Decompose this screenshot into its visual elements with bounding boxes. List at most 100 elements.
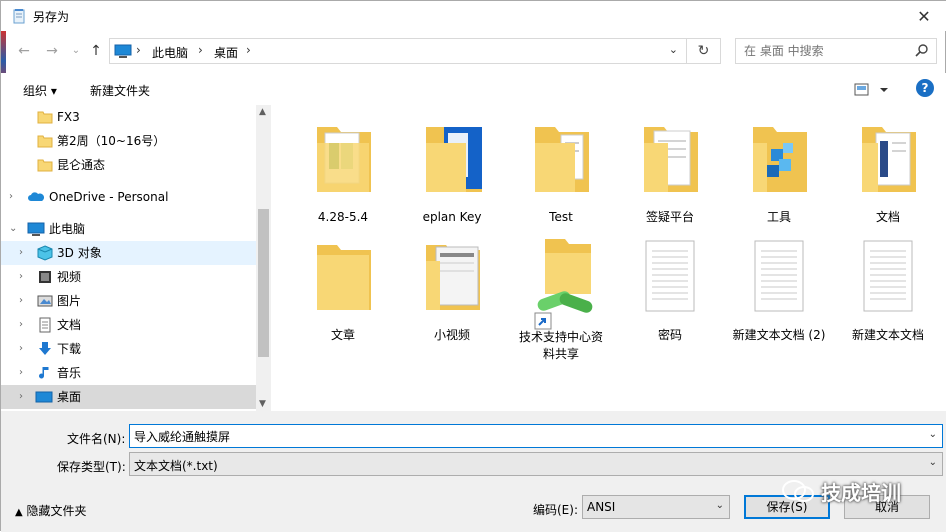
- file-list: 4.28-5.4 eplan Key Test 签疑平台 工具 文档 文章 小视…: [273, 105, 946, 411]
- folder-item[interactable]: 工具: [724, 121, 834, 237]
- nav-item-music[interactable]: › 音乐: [1, 361, 256, 385]
- music-icon: [39, 367, 49, 379]
- hide-folders-label: 隐藏文件夹: [26, 504, 87, 518]
- nav-item-kunlun[interactable]: 昆仑通态: [1, 153, 256, 177]
- close-icon: ✕: [917, 6, 931, 26]
- folder-item[interactable]: 文档: [833, 121, 943, 237]
- folder-item[interactable]: eplan Key: [397, 121, 507, 237]
- expand-chevron-icon[interactable]: ›: [19, 337, 23, 361]
- expand-chevron-icon[interactable]: ›: [19, 313, 23, 337]
- folder-icon: [753, 127, 807, 192]
- folder-icon: [37, 159, 53, 172]
- folder-icon: [535, 127, 589, 192]
- folder-icon: [317, 127, 371, 192]
- address-bar[interactable]: › 此电脑 › 桌面 › ⌄: [109, 38, 687, 64]
- folder-icon: [862, 127, 916, 192]
- save-as-dialog: 另存为 ✕ ← → ⌄ ↑ › 此电脑 › 桌面 › ⌄ ↻ 组织 ▾ 新建文件…: [0, 0, 946, 532]
- recent-locations-button[interactable]: ⌄: [65, 41, 87, 61]
- text-document-icon: [645, 240, 695, 312]
- encoding-value: ANSI: [587, 500, 616, 514]
- back-button[interactable]: ←: [13, 41, 35, 61]
- nav-item-fx3[interactable]: FX3: [1, 105, 256, 129]
- nav-item-this-pc[interactable]: ⌄ 此电脑: [1, 217, 256, 241]
- up-button[interactable]: ↑: [85, 41, 107, 61]
- scrollbar-thumb[interactable]: [258, 209, 269, 357]
- scroll-down-icon[interactable]: ▼: [259, 399, 266, 409]
- expand-chevron-icon[interactable]: ›: [19, 265, 23, 289]
- arrow-up-icon: ↑: [90, 43, 102, 59]
- filename-input[interactable]: [134, 429, 894, 443]
- expand-chevron-icon[interactable]: ›: [19, 241, 23, 265]
- search-box[interactable]: [735, 38, 937, 64]
- encoding-select[interactable]: ANSI ⌄: [582, 495, 730, 519]
- folder-icon: [37, 135, 53, 148]
- arrow-left-icon: ←: [18, 43, 30, 59]
- forward-button[interactable]: →: [41, 41, 63, 61]
- expand-chevron-icon[interactable]: ›: [19, 385, 23, 409]
- folder-item[interactable]: 文章: [288, 239, 398, 355]
- network-folder-shortcut-icon: [534, 239, 593, 330]
- expand-chevron-icon[interactable]: ›: [19, 361, 23, 385]
- nav-scrollbar[interactable]: ▲ ▼: [256, 105, 270, 411]
- organize-menu[interactable]: 组织 ▾: [23, 82, 57, 99]
- text-file-item[interactable]: 新建文本文档 (2): [724, 239, 834, 355]
- close-button[interactable]: ✕: [901, 1, 946, 31]
- nav-item-downloads[interactable]: › 下载: [1, 337, 256, 361]
- expand-chevron-icon[interactable]: ›: [19, 289, 23, 313]
- breadcrumb-desktop[interactable]: 桌面: [214, 44, 238, 61]
- chevron-down-icon[interactable]: ⌄: [929, 429, 937, 440]
- chevron-down-icon[interactable]: ⌄: [669, 43, 678, 56]
- search-icon: [915, 44, 928, 57]
- nav-item-3d-objects[interactable]: › 3D 对象: [1, 241, 256, 265]
- nav-item-desktop[interactable]: › 桌面: [1, 385, 256, 409]
- chevron-down-icon[interactable]: ⌄: [716, 500, 724, 511]
- breadcrumb-separator: ›: [136, 43, 141, 57]
- nav-item-videos[interactable]: › 视频: [1, 265, 256, 289]
- new-folder-button[interactable]: 新建文件夹: [90, 82, 150, 99]
- refresh-icon: ↻: [697, 43, 710, 59]
- watermark: 技成培训: [781, 473, 921, 507]
- text-file-item[interactable]: 密码: [615, 239, 725, 355]
- nav-item-documents[interactable]: › 文档: [1, 313, 256, 337]
- chevron-down-icon: ⌄: [71, 45, 81, 56]
- search-input[interactable]: [744, 44, 904, 58]
- breadcrumb-this-pc[interactable]: 此电脑: [152, 44, 188, 61]
- change-view-button[interactable]: [853, 81, 893, 99]
- folder-icon: [426, 245, 480, 310]
- help-button[interactable]: ?: [916, 79, 934, 97]
- folder-item[interactable]: 4.28-5.4: [288, 121, 398, 237]
- shortcut-item[interactable]: 技术支持中心资 料共享: [506, 239, 616, 361]
- chevron-down-icon[interactable]: ⌄: [929, 457, 937, 468]
- filetype-label: 保存类型(T):: [57, 460, 126, 474]
- expand-chevron-icon[interactable]: ›: [9, 185, 13, 209]
- collapse-chevron-icon[interactable]: ⌄: [9, 217, 17, 241]
- folder-item[interactable]: 签疑平台: [615, 121, 725, 237]
- text-file-item[interactable]: 新建文本文档: [833, 239, 943, 355]
- nav-item-onedrive[interactable]: › OneDrive - Personal: [1, 185, 256, 209]
- folder-item[interactable]: 小视频: [397, 239, 507, 355]
- refresh-button[interactable]: ↻: [687, 38, 721, 64]
- nav-item-pictures[interactable]: › 图片: [1, 289, 256, 313]
- breadcrumb-separator[interactable]: ›: [198, 43, 203, 57]
- breadcrumb-separator[interactable]: ›: [246, 43, 251, 57]
- cube-icon: [37, 245, 53, 261]
- filename-label: 文件名(N):: [67, 432, 126, 446]
- cloud-icon: [28, 192, 45, 201]
- navigation-pane: FX3 第2周（10~16号） 昆仑通态 › OneDrive - Person…: [1, 105, 271, 411]
- arrow-right-icon: →: [46, 43, 58, 59]
- folder-item[interactable]: Test: [506, 121, 616, 237]
- hide-folders-toggle[interactable]: ▲ 隐藏文件夹: [15, 502, 87, 519]
- scroll-up-icon[interactable]: ▲: [259, 107, 266, 117]
- notepad-icon: [13, 9, 25, 24]
- desktop-icon: [35, 391, 53, 403]
- filename-combobox[interactable]: ⌄: [129, 424, 943, 448]
- document-icon: [39, 317, 51, 333]
- folder-icon: [37, 111, 53, 124]
- download-icon: [39, 342, 51, 355]
- text-document-icon: [863, 240, 913, 312]
- watermark-text: 技成培训: [821, 481, 901, 505]
- nav-item-week2[interactable]: 第2周（10~16号）: [1, 129, 256, 153]
- pc-icon: [27, 222, 45, 236]
- video-icon: [39, 271, 51, 283]
- picture-icon: [37, 295, 53, 307]
